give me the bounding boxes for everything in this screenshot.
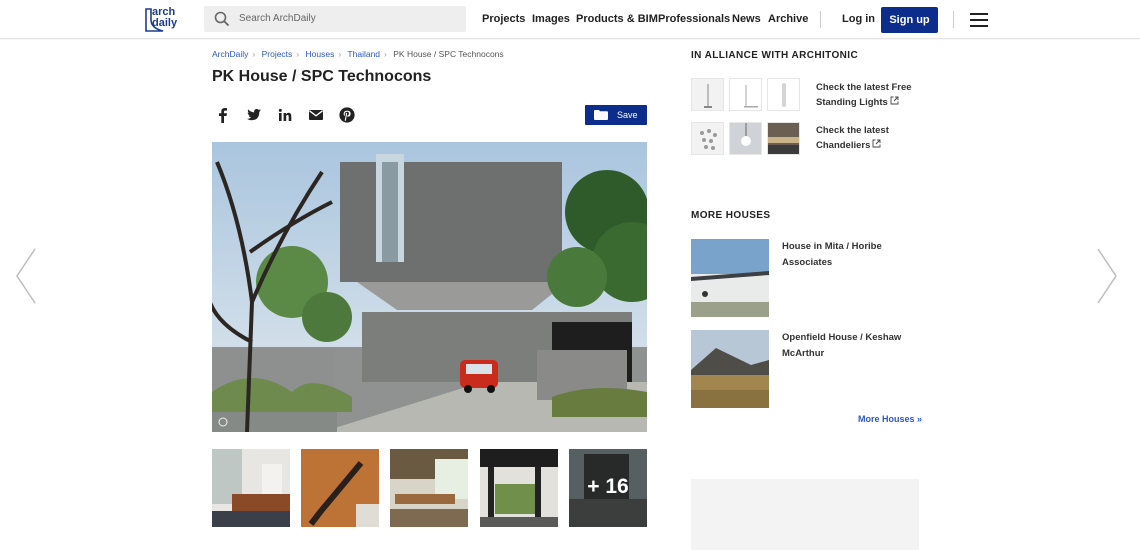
pinterest-icon[interactable] — [337, 106, 357, 124]
login-link[interactable]: Log in — [842, 13, 875, 25]
more-houses-heading: MORE HOUSES — [691, 210, 771, 221]
external-link-icon — [872, 139, 881, 148]
product-thumbnail[interactable] — [767, 78, 800, 111]
breadcrumb: ArchDaily › Projects › Houses › Thailand › P… — [212, 49, 504, 59]
logo-text[interactable]: arch daily — [152, 7, 177, 29]
breadcrumb-houses[interactable]: Houses — [306, 49, 335, 59]
twitter-icon[interactable] — [244, 106, 264, 124]
chandelier-icon — [768, 123, 799, 154]
product-thumbnail[interactable] — [691, 78, 724, 111]
nav-divider — [820, 11, 821, 28]
nav-products-bim[interactable]: Products & BIM — [576, 13, 658, 25]
search-icon — [214, 11, 230, 27]
folder-icon — [594, 110, 608, 120]
previous-article-arrow-icon[interactable] — [15, 248, 37, 304]
product-thumbnail[interactable] — [729, 78, 762, 111]
interior-photo — [212, 449, 290, 527]
hero-image[interactable] — [212, 142, 647, 432]
nav-archive[interactable]: Archive — [768, 13, 808, 25]
save-button[interactable]: Save — [585, 105, 647, 125]
openfield-house-photo — [691, 330, 769, 408]
related-house-title[interactable]: Openfield House / Keshaw McArthur — [782, 330, 922, 362]
related-house-image[interactable] — [691, 330, 769, 408]
next-article-arrow-icon[interactable] — [1096, 248, 1118, 304]
gallery-thumbnail[interactable] — [212, 449, 290, 527]
product-link[interactable]: Check the latest Chandeliers — [816, 123, 926, 153]
more-houses-link[interactable]: More Houses » — [858, 414, 922, 424]
facebook-icon[interactable] — [213, 106, 233, 124]
nav-images[interactable]: Images — [532, 13, 570, 25]
gallery-thumbnail[interactable] — [301, 449, 379, 527]
gallery-thumbnail[interactable] — [390, 449, 468, 527]
alliance-heading: IN ALLIANCE WITH ARCHITONIC — [691, 50, 859, 61]
nav-professionals[interactable]: Professionals — [658, 13, 730, 25]
breadcrumb-current: PK House / SPC Technocons — [393, 49, 504, 59]
breadcrumb-thailand[interactable]: Thailand — [347, 49, 380, 59]
chandelier-icon — [700, 129, 717, 150]
save-label: Save — [617, 110, 638, 120]
search-placeholder: Search ArchDaily — [239, 13, 316, 24]
signup-button[interactable]: Sign up — [881, 7, 938, 33]
house-mita-photo — [691, 239, 769, 317]
linkedin-icon[interactable] — [275, 106, 295, 124]
gallery-thumbnail[interactable] — [480, 449, 558, 527]
product-link[interactable]: Check the latest Free Standing Lights — [816, 80, 926, 110]
gallery-more-thumbnail[interactable]: + 16 — [569, 449, 647, 527]
stair-photo — [301, 449, 379, 527]
workspace-photo — [390, 449, 468, 527]
lamp-icon — [704, 84, 712, 108]
related-house-image[interactable] — [691, 239, 769, 317]
breadcrumb-projects[interactable]: Projects — [262, 49, 293, 59]
product-thumbnail[interactable] — [729, 122, 762, 155]
product-thumbnail[interactable] — [691, 122, 724, 155]
nav-news[interactable]: News — [732, 13, 761, 25]
product-thumbnail[interactable] — [767, 122, 800, 155]
nav-divider — [953, 11, 954, 28]
lamp-icon — [744, 85, 758, 108]
top-navbar: arch daily Search ArchDaily Projects Ima… — [0, 0, 1140, 39]
page-title: PK House / SPC Technocons — [212, 68, 432, 85]
email-icon[interactable] — [306, 106, 326, 124]
chandelier-icon — [730, 123, 761, 154]
house-photo — [212, 142, 647, 432]
search-input[interactable]: Search ArchDaily — [204, 6, 466, 32]
breadcrumb-archdaily[interactable]: ArchDaily — [212, 49, 248, 59]
courtyard-photo — [480, 449, 558, 527]
menu-icon[interactable] — [970, 13, 988, 27]
left-gutter — [0, 40, 80, 550]
lamp-icon — [782, 83, 786, 107]
related-house-title[interactable]: House in Mita / Horibe Associates — [782, 239, 922, 271]
ad-placeholder — [691, 479, 919, 550]
more-images-count: + 16 — [587, 475, 629, 498]
nav-projects[interactable]: Projects — [482, 13, 525, 25]
external-link-icon — [890, 96, 899, 105]
